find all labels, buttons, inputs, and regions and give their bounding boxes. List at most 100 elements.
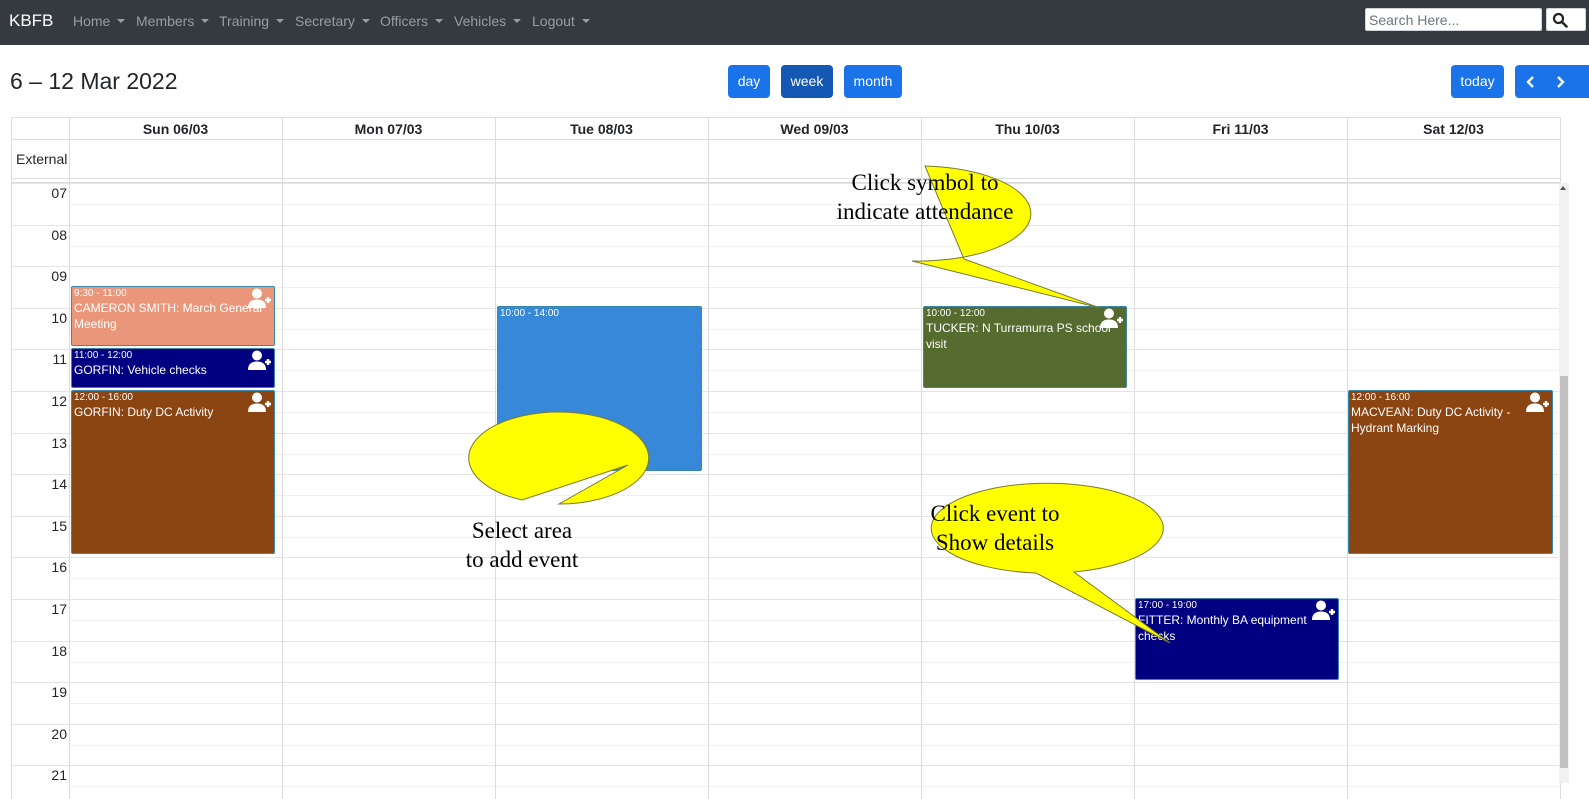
brand-logo[interactable]: KBFB [9,11,53,31]
day-header-wed: Wed 09/03 [780,121,849,137]
calendar-event[interactable]: 9:30 - 11:00 CAMERON SMITH: March Genera… [71,286,275,346]
half-hour-line [69,537,1560,538]
day-header-fri: Fri 11/03 [1212,121,1269,137]
half-hour-line [69,786,1560,787]
event-title: MACVEAN: Duty DC Activity - Hydrant Mark… [1351,405,1511,435]
calendar-event[interactable]: 12:00 - 16:00 MACVEAN: Duty DC Activity … [1348,390,1553,554]
calendar-event[interactable]: 10:00 - 12:00 TUCKER: N Turramurra PS sc… [923,306,1127,388]
scroll-up-arrow-icon[interactable] [1560,186,1566,190]
hour-label: 14 [51,476,67,492]
user-plus-icon[interactable] [248,288,272,308]
caret-down-icon [434,19,443,23]
event-title: FITTER: Monthly BA equipment checks [1138,613,1307,643]
hour-label: 21 [51,767,67,783]
nav-members[interactable]: Members [136,13,210,29]
chevron-right-icon [1557,76,1565,88]
hour-label: 17 [51,601,67,617]
calendar-event-selection[interactable]: 10:00 - 14:00 [497,306,702,471]
half-hour-line [69,329,1560,330]
half-hour-line [69,578,1560,579]
event-time: 9:30 - 11:00 [74,288,127,299]
user-plus-icon[interactable] [1312,600,1336,620]
column-divider [708,117,709,799]
calendar-event[interactable]: 11:00 - 12:00 GORFIN: Vehicle checks [71,348,275,388]
nav-vehicles[interactable]: Vehicles [454,13,522,29]
today-button[interactable]: today [1451,65,1504,98]
hour-label: 10 [51,310,67,326]
column-divider [69,117,70,799]
user-plus-icon[interactable] [248,350,272,370]
event-time: 11:00 - 12:00 [74,350,133,361]
hour-line [12,183,1560,184]
nav-home-label: Home [73,13,111,29]
nav-home[interactable]: Home [73,13,126,29]
half-hour-line [69,745,1560,746]
day-header-mon: Mon 07/03 [354,121,423,137]
hour-line [12,557,1560,558]
user-plus-icon[interactable] [1100,308,1124,328]
nav-vehicles-label: Vehicles [454,13,507,29]
hour-line [12,765,1560,766]
half-hour-line [69,370,1560,371]
callout-line: to add event [465,547,579,572]
search-input[interactable] [1365,8,1542,31]
caret-down-icon [361,19,370,23]
caret-down-icon [513,19,522,23]
divider [12,178,1560,179]
event-title: GORFIN: Duty DC Activity [74,405,214,419]
view-week-button[interactable]: week [781,65,833,98]
prev-next-group [1515,65,1589,98]
nav-members-label: Members [136,13,195,29]
hour-label: 09 [51,268,67,284]
calendar-event[interactable]: 17:00 - 19:00 FITTER: Monthly BA equipme… [1135,598,1339,680]
nav-logout[interactable]: Logout [532,13,590,29]
prev-button[interactable] [1515,65,1549,98]
day-header-sun: Sun 06/03 [142,121,209,137]
hour-label: 12 [51,393,67,409]
hour-line [12,724,1560,725]
hour-label: 15 [51,518,67,534]
day-header-thu: Thu 10/03 [995,121,1060,137]
column-divider [495,117,496,799]
event-time: 17:00 - 19:00 [1138,600,1197,611]
half-hour-line [69,287,1560,288]
nav-officers[interactable]: Officers [380,13,443,29]
view-month-button[interactable]: month [844,65,902,98]
hour-label: 19 [51,684,67,700]
hour-label: 07 [51,185,67,201]
callout-line: Select area [471,518,573,543]
search-button[interactable] [1546,8,1586,31]
hour-label: 20 [51,726,67,742]
event-time: 12:00 - 16:00 [74,392,133,403]
hour-label: 16 [51,559,67,575]
event-time: 10:00 - 14:00 [500,308,559,319]
calendar-event[interactable]: 12:00 - 16:00 GORFIN: Duty DC Activity [71,390,275,554]
event-time: 12:00 - 16:00 [1351,392,1410,403]
day-header-tue: Tue 08/03 [570,121,633,137]
hour-line [12,225,1560,226]
callout-text: Click symbol to indicate attendance [814,168,1036,226]
search-icon [1552,12,1568,28]
column-divider [282,117,283,799]
half-hour-line [69,703,1560,704]
caret-down-icon [276,19,285,23]
day-header-sat: Sat 12/03 [1423,121,1484,137]
nav-logout-label: Logout [532,13,575,29]
view-day-button[interactable]: day [728,65,770,98]
nav-secretary[interactable]: Secretary [295,13,370,29]
callout-line: Click symbol to [851,170,999,195]
nav-training[interactable]: Training [219,13,285,29]
user-plus-icon[interactable] [248,392,272,412]
hour-line [12,266,1560,267]
next-button[interactable] [1549,65,1589,98]
event-title: TUCKER: N Turramurra PS school visit [926,321,1111,351]
nav-secretary-label: Secretary [295,13,355,29]
scrollbar-thumb[interactable] [1560,376,1568,768]
callout-text: Click event to Show details [879,499,1111,557]
divider [12,117,1560,118]
divider [12,139,1560,140]
user-plus-icon[interactable] [1526,392,1550,412]
navbar: KBFB Home Members Training Secretary Off… [0,0,1589,45]
chevron-left-icon [1526,76,1534,88]
caret-down-icon [581,19,590,23]
